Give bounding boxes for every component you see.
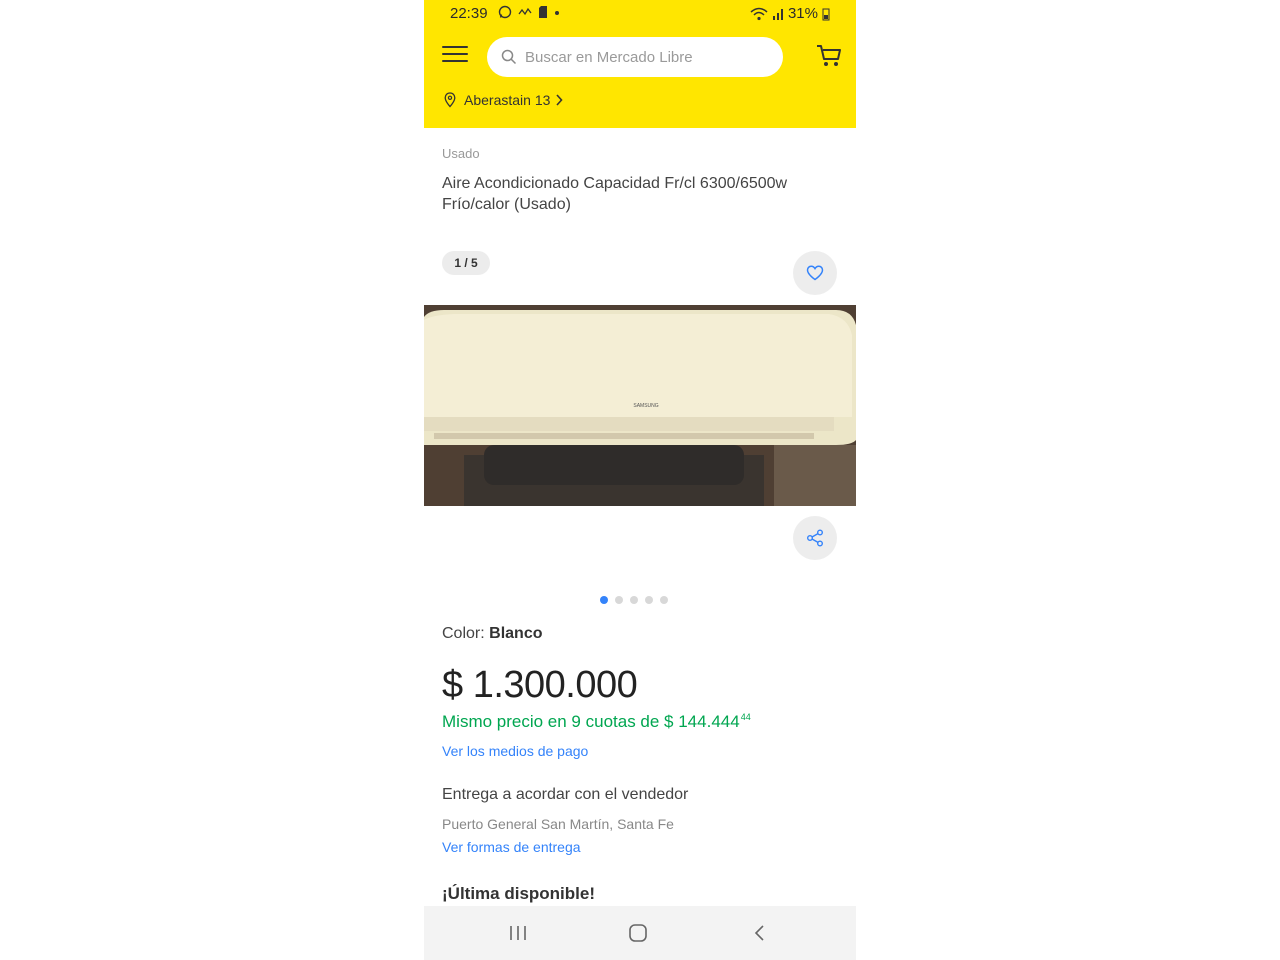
- stock-status: ¡Última disponible!: [442, 884, 595, 903]
- dot-icon: [555, 11, 559, 15]
- header-bar: 22:39 31% Buscar en Mercado Libre Aberas…: [424, 0, 856, 128]
- payment-methods-link[interactable]: Ver los medios de pago: [442, 743, 588, 759]
- phone-screen: 22:39 31% Buscar en Mercado Libre Aberas…: [424, 0, 856, 960]
- image-counter: 1 / 5: [442, 251, 490, 275]
- product-title: Aire Acondicionado Capacidad Fr/cl 6300/…: [442, 175, 788, 213]
- color-variation: Color: Blanco: [442, 625, 542, 643]
- home-icon[interactable]: [628, 924, 648, 942]
- activity-icon: [518, 7, 532, 16]
- signal-icon: [772, 8, 783, 20]
- carousel-dot-5[interactable]: [660, 596, 668, 604]
- brand-label: SAMSUNG: [633, 403, 658, 409]
- status-right: 31%: [750, 5, 830, 22]
- status-notification-icons: [498, 5, 560, 19]
- installments-cents: 44: [740, 712, 751, 722]
- battery-icon: [822, 8, 830, 20]
- system-nav-bar: [424, 906, 856, 960]
- air-conditioner-photo: SAMSUNG: [424, 305, 856, 506]
- heart-icon: [806, 265, 824, 281]
- carousel-dots: [600, 596, 668, 604]
- location-pin-icon: [444, 92, 456, 108]
- share-button[interactable]: [793, 516, 837, 560]
- search-placeholder: Buscar en Mercado Libre: [525, 48, 693, 66]
- carousel-dot-2[interactable]: [615, 596, 623, 604]
- chevron-right-icon: [556, 94, 563, 106]
- delivery-title: Entrega a acordar con el vendedor: [442, 786, 689, 803]
- color-value: Blanco: [489, 625, 543, 642]
- carousel-dot-3[interactable]: [630, 596, 638, 604]
- address-text: Aberastain 13: [464, 92, 551, 108]
- status-time: 22:39: [450, 5, 488, 22]
- delivery-address[interactable]: Aberastain 13: [444, 92, 563, 108]
- search-bar[interactable]: Buscar en Mercado Libre: [487, 37, 783, 77]
- wifi-icon: [750, 7, 768, 20]
- favorite-button[interactable]: [793, 251, 837, 295]
- battery-level: 31%: [787, 5, 818, 22]
- color-label: Color:: [442, 625, 485, 642]
- carousel-dot-4[interactable]: [645, 596, 653, 604]
- whatsapp-icon: [498, 5, 512, 19]
- recent-apps-icon[interactable]: [508, 924, 528, 942]
- hamburger-icon[interactable]: [442, 46, 468, 66]
- product-image[interactable]: SAMSUNG: [424, 305, 856, 506]
- delivery-location: Puerto General San Martín, Santa Fe: [442, 816, 674, 832]
- carousel-dot-1[interactable]: [600, 596, 608, 604]
- sd-card-icon: [539, 6, 547, 18]
- cart-icon[interactable]: [816, 44, 842, 68]
- product-price: $ 1.300.000: [442, 664, 638, 706]
- installments-info: Mismo precio en 9 cuotas de $ 144.44444: [442, 712, 751, 732]
- product-condition: Usado: [442, 146, 480, 161]
- share-icon: [807, 529, 823, 547]
- search-icon: [501, 49, 517, 65]
- delivery-options-link[interactable]: Ver formas de entrega: [442, 839, 581, 855]
- back-icon[interactable]: [750, 924, 770, 942]
- installments-text: Mismo precio en 9 cuotas de $ 144.444: [442, 712, 740, 731]
